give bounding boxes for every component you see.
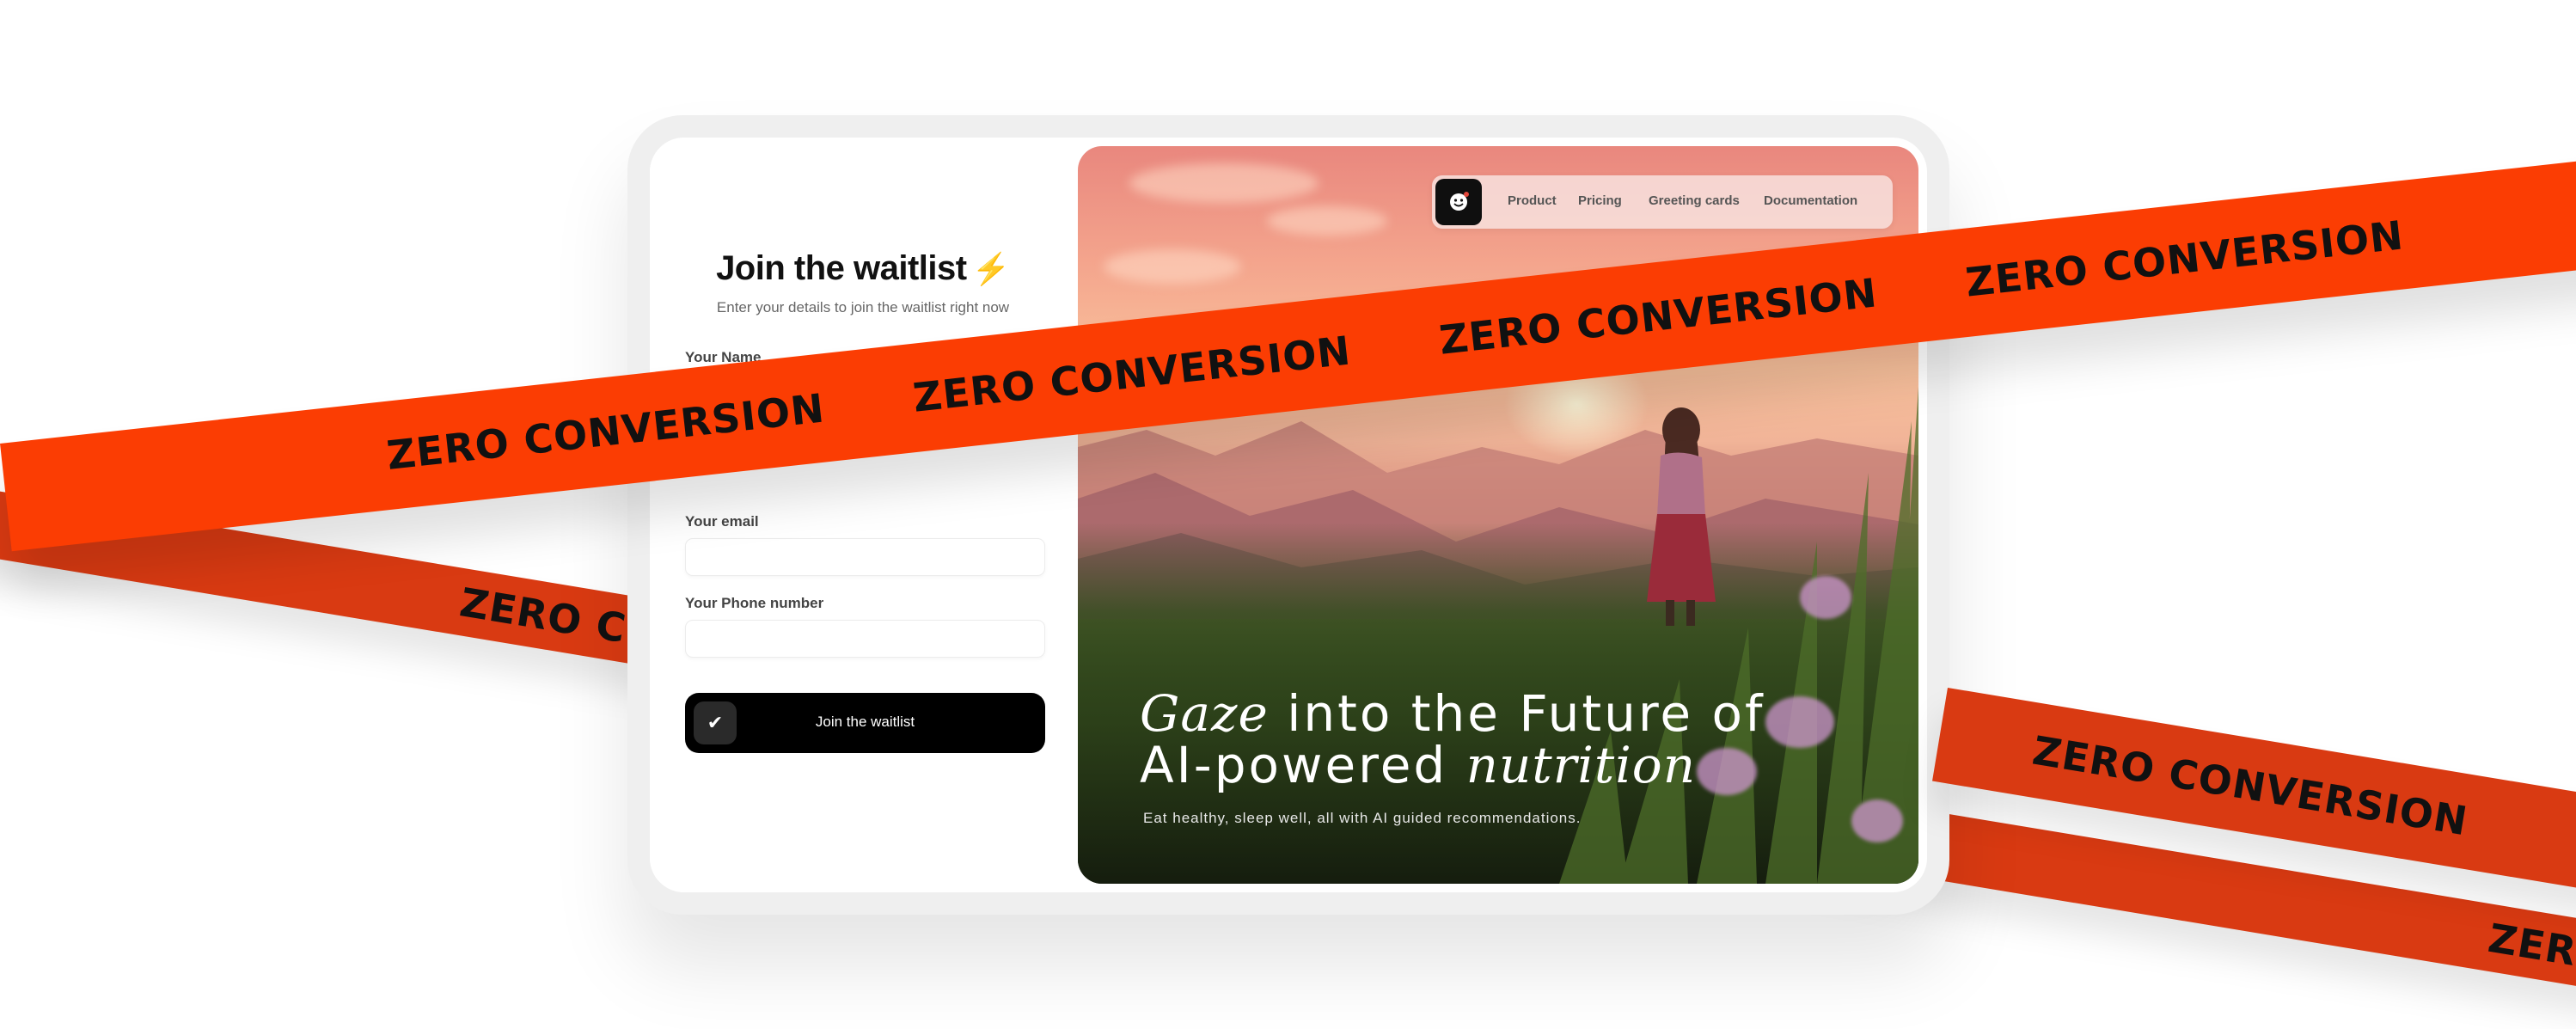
back-ribbon-text: ZERO CONVERSION bbox=[2029, 726, 2472, 845]
girl-figure bbox=[1647, 407, 1716, 626]
front-ribbon-text: ZERO CONVERSION bbox=[1963, 211, 2407, 306]
hero-heading: Gaze into the Future of AI-powered nutri… bbox=[1140, 688, 1896, 791]
phone-field-label: Your Phone number bbox=[685, 595, 824, 611]
waitlist-form-panel: Join the waitlist ⚡ Enter your details to… bbox=[650, 138, 1076, 892]
nav-item-product[interactable]: Product bbox=[1508, 193, 1557, 208]
form-title-text: Join the waitlist bbox=[716, 249, 967, 287]
form-title: Join the waitlist ⚡ bbox=[650, 249, 1076, 288]
nav-item-documentation[interactable]: Documentation bbox=[1764, 193, 1857, 208]
hero-heading-line2: AI-powered bbox=[1140, 736, 1466, 794]
smiley-face-icon[interactable] bbox=[1435, 179, 1482, 225]
top-navbar: Product Pricing Greeting cards Documenta… bbox=[1432, 175, 1893, 229]
cloud-shape bbox=[1129, 163, 1319, 203]
join-waitlist-button-label: Join the waitlist bbox=[815, 714, 915, 730]
lightning-bolt-icon: ⚡ bbox=[971, 251, 1011, 286]
flower-shape bbox=[1851, 799, 1903, 842]
back-ribbon-text: ZERO CONVERSION bbox=[2485, 914, 2576, 1029]
hero-heading-line1: into the Future of bbox=[1268, 684, 1765, 743]
join-waitlist-button[interactable]: ✔ Join the waitlist bbox=[685, 693, 1045, 753]
tablet-device-frame: Join the waitlist ⚡ Enter your details to… bbox=[627, 115, 1949, 915]
nav-item-pricing[interactable]: Pricing bbox=[1578, 193, 1622, 208]
email-field[interactable] bbox=[685, 538, 1045, 576]
phone-field[interactable] bbox=[685, 620, 1045, 658]
nav-item-greeting-cards[interactable]: Greeting cards bbox=[1649, 193, 1740, 208]
cloud-shape bbox=[1267, 206, 1387, 236]
cloud-shape bbox=[1104, 249, 1241, 284]
tablet-screen: Join the waitlist ⚡ Enter your details to… bbox=[650, 138, 1927, 892]
hero-heading-italic-word: nutrition bbox=[1465, 736, 1697, 794]
front-ribbon-text: ZERO CONVERSION bbox=[384, 384, 828, 479]
hero-heading-italic-word: Gaze bbox=[1140, 684, 1269, 743]
mockup-stage: ZERO CONVERSION ZERO CONVERSION Join the… bbox=[0, 0, 2576, 1029]
front-ribbon-text: ZERO CONVERSION bbox=[910, 327, 1354, 421]
front-ribbon-text: ZERO CONVERSION bbox=[1436, 269, 1880, 364]
hero-subheading: Eat healthy, sleep well, all with AI gui… bbox=[1143, 810, 1582, 826]
email-field-label: Your email bbox=[685, 513, 759, 530]
form-subtitle: Enter your details to join the waitlist … bbox=[716, 299, 1010, 315]
flower-shape bbox=[1800, 576, 1851, 619]
